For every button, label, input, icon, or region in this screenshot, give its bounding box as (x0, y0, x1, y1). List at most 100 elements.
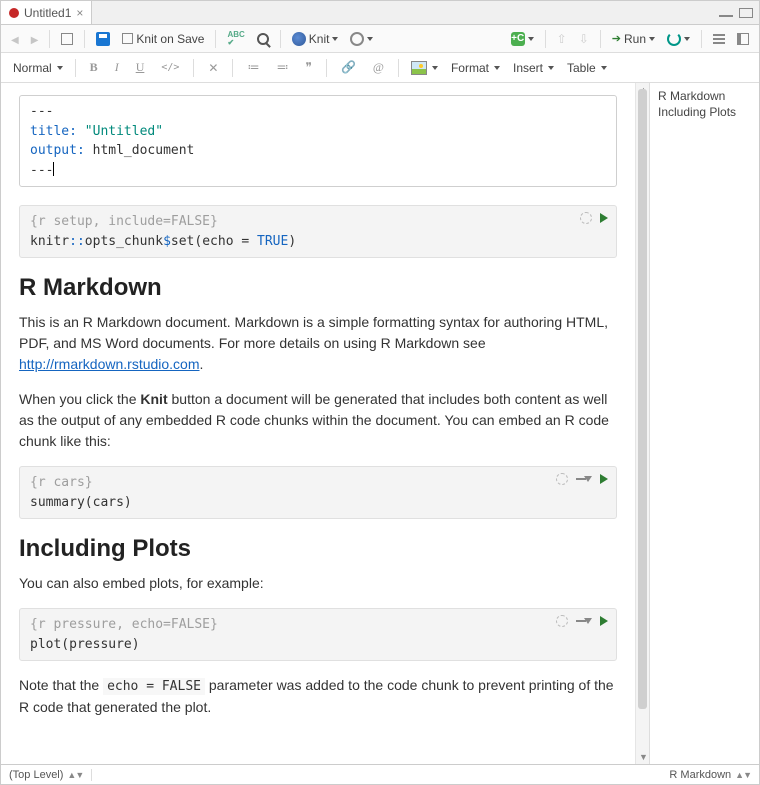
run-chunk-icon[interactable] (600, 213, 608, 223)
status-bar: (Top Level) ▲▼ R Markdown ▲▼ (1, 764, 759, 784)
run-button[interactable]: Run (608, 30, 659, 48)
style-label: Normal (13, 61, 52, 75)
format-menu[interactable]: Format (447, 59, 504, 77)
paragraph[interactable]: When you click the Knit button a documen… (19, 389, 617, 452)
knit-label: Knit (309, 32, 330, 46)
visual-icon (737, 33, 749, 45)
format-label: Format (451, 61, 489, 75)
chevron-down-icon (494, 66, 500, 70)
text-cursor (53, 162, 54, 176)
paragraph-text: This is an R Markdown document. Markdown… (19, 314, 608, 351)
scroll-thumb[interactable] (638, 89, 647, 709)
chunk-options-icon[interactable] (580, 212, 592, 224)
outline-item[interactable]: Including Plots (658, 105, 751, 119)
knit-bold: Knit (140, 391, 167, 407)
knit-on-save-label: Knit on Save (136, 32, 204, 46)
paragraph[interactable]: This is an R Markdown document. Markdown… (19, 312, 617, 375)
bullet-list-button[interactable]: ≔ (241, 58, 265, 77)
chevron-down-icon (601, 66, 607, 70)
save-icon (96, 32, 110, 46)
back-button[interactable] (7, 30, 23, 48)
publish-button[interactable] (663, 30, 694, 48)
outline-item[interactable]: R Markdown (658, 89, 751, 103)
editor[interactable]: --- title: "Untitled" output: html_docum… (1, 83, 635, 764)
bold-button[interactable]: B (84, 58, 104, 77)
code-chunk-cars[interactable]: {r cars} summary(cars) (19, 466, 617, 519)
paragraph[interactable]: You can also embed plots, for example: (19, 573, 617, 594)
insert-chunk-button[interactable]: +C (507, 30, 538, 48)
spinner-icon: ▲▼ (67, 770, 83, 780)
down-arrow-icon (579, 32, 589, 46)
publish-icon (667, 32, 681, 46)
knit-options-button[interactable] (346, 30, 377, 48)
blockquote-button[interactable]: ❞ (299, 58, 317, 77)
insert-chunk-icon: +C (511, 32, 525, 46)
chunk-header: {r setup, include=FALSE} (30, 212, 606, 232)
forward-button[interactable] (27, 30, 43, 48)
inline-code: echo = FALSE (103, 678, 205, 695)
tab-title: Untitled1 (24, 6, 71, 20)
checkbox-icon (122, 33, 133, 44)
save-button[interactable] (92, 30, 114, 48)
find-button[interactable] (253, 31, 273, 47)
paragraph-text: When you click the (19, 391, 140, 407)
paragraph-text: Note that the (19, 677, 103, 693)
filetype-selector[interactable]: R Markdown ▲▼ (661, 769, 759, 781)
heading-r-markdown[interactable]: R Markdown (19, 274, 617, 302)
spellcheck-button[interactable]: ABC✔ (223, 29, 248, 49)
run-chunk-icon[interactable] (600, 474, 608, 484)
yaml-frontmatter[interactable]: --- title: "Untitled" output: html_docum… (19, 95, 617, 187)
knit-button[interactable]: Knit (288, 30, 343, 48)
code-button[interactable]: </> (155, 60, 185, 75)
minimize-icon[interactable] (719, 15, 733, 17)
run-above-icon[interactable] (576, 618, 592, 624)
table-label: Table (567, 61, 596, 75)
maximize-icon[interactable] (739, 8, 753, 18)
code-chunk-setup[interactable]: {r setup, include=FALSE} knitr::opts_chu… (19, 205, 617, 258)
italic-button[interactable]: I (109, 58, 125, 77)
visual-mode-button[interactable] (733, 31, 753, 47)
paragraph[interactable]: Note that the echo = FALSE parameter was… (19, 675, 617, 718)
chunk-code: knitr::opts_chunk$set(echo = TRUE) (30, 232, 606, 252)
style-selector[interactable]: Normal (9, 59, 67, 77)
chevron-down-icon (367, 37, 373, 41)
run-icon (612, 32, 621, 45)
run-chunk-icon[interactable] (600, 616, 608, 626)
rmd-file-icon (9, 8, 19, 18)
underline-button[interactable]: U (130, 58, 151, 77)
yaml-dash: --- (30, 104, 53, 119)
next-chunk-button[interactable] (575, 30, 593, 48)
heading-including-plots[interactable]: Including Plots (19, 535, 617, 563)
yaml-title-key: title: (30, 124, 77, 139)
document-tabbar: Untitled1 × (1, 1, 759, 25)
outline-toggle-button[interactable] (709, 30, 729, 48)
image-icon (411, 61, 427, 75)
citation-button[interactable]: @ (367, 58, 390, 77)
document-tab[interactable]: Untitled1 × (1, 1, 92, 24)
insert-menu[interactable]: Insert (509, 59, 558, 77)
chunk-options-icon[interactable] (556, 615, 568, 627)
chunk-options-icon[interactable] (556, 473, 568, 485)
code-chunk-pressure[interactable]: {r pressure, echo=FALSE} plot(pressure) (19, 608, 617, 661)
chunk-code: summary(cars) (30, 493, 606, 513)
chunk-header: {r pressure, echo=FALSE} (30, 615, 606, 635)
chevron-down-icon (528, 37, 534, 41)
link-button[interactable]: 🔗 (335, 58, 362, 77)
run-above-icon[interactable] (576, 476, 592, 482)
editor-scrollbar[interactable]: ▲ ▼ (635, 83, 649, 764)
prev-chunk-button[interactable] (553, 30, 571, 48)
table-menu[interactable]: Table (563, 59, 611, 77)
show-in-new-window-button[interactable] (57, 31, 77, 47)
paragraph-text: . (200, 356, 204, 372)
numbered-list-button[interactable]: ≕ (270, 58, 294, 77)
image-button[interactable] (407, 59, 442, 77)
rmarkdown-link[interactable]: http://rmarkdown.rstudio.com (19, 356, 200, 372)
knit-icon (292, 32, 306, 46)
filetype-label: R Markdown (669, 769, 731, 781)
knit-on-save-toggle[interactable]: Knit on Save (118, 30, 208, 48)
scope-selector[interactable]: (Top Level) ▲▼ (1, 769, 92, 781)
clear-format-button[interactable]: ✕ (202, 59, 224, 77)
close-icon[interactable]: × (76, 6, 83, 20)
scroll-down-icon[interactable]: ▼ (639, 752, 648, 762)
format-toolbar: Normal B I U </> ✕ ≔ ≕ ❞ 🔗 @ Format Inse… (1, 53, 759, 83)
